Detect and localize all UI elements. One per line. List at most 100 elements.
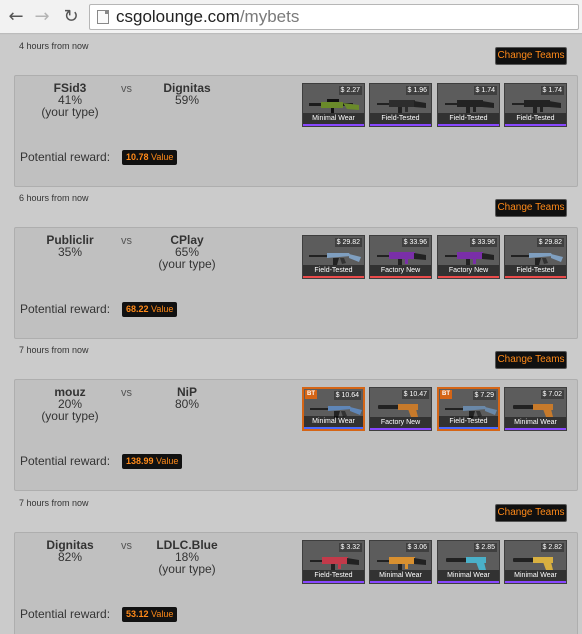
item-price: $ 33.96 — [469, 238, 497, 247]
rarity-bar — [303, 124, 364, 126]
rarity-bar — [439, 427, 498, 429]
smg-icon — [377, 100, 426, 113]
skin-item[interactable]: $ 1.74 Field-Tested — [437, 83, 500, 127]
rifle-icon — [511, 253, 563, 265]
item-price: $ 2.27 — [338, 86, 362, 95]
rarity-bar — [438, 276, 499, 278]
item-price: $ 3.32 — [338, 543, 362, 552]
team-note: (your type) — [158, 257, 216, 271]
rarity-bar — [505, 428, 566, 430]
reward-unit: Value — [151, 609, 174, 619]
reward-label: Potential reward: — [20, 607, 111, 621]
vs-label: vs — [121, 540, 132, 552]
item-wear: Minimal Wear — [370, 570, 431, 581]
item-price: $ 29.82 — [536, 238, 564, 247]
skin-item[interactable]: $ 7.29 BT Field-Tested — [437, 387, 500, 431]
vs-label: vs — [121, 387, 132, 399]
rarity-bar — [304, 427, 363, 429]
reward-label: Potential reward: — [20, 302, 111, 316]
rarity-bar — [505, 124, 566, 126]
vs-label: vs — [121, 235, 132, 247]
team-percent: 82% — [57, 550, 83, 564]
team-left[interactable]: Dignitas 82% — [15, 539, 125, 563]
rarity-bar — [370, 581, 431, 583]
rarity-bar — [370, 124, 431, 126]
item-wear: Field-Tested — [438, 113, 499, 124]
reward-label: Potential reward: — [20, 454, 111, 468]
skin-item[interactable]: $ 2.27 Minimal Wear — [302, 83, 365, 127]
item-wear: Field-Tested — [370, 113, 431, 124]
change-teams-button[interactable]: Change Teams — [495, 504, 567, 522]
smg-icon — [512, 100, 561, 113]
skin-item[interactable]: $ 29.82 Field-Tested — [302, 235, 365, 279]
reward-unit: Value — [151, 152, 174, 162]
rarity-bar — [438, 581, 499, 583]
pistol-icon — [378, 404, 418, 417]
rarity-bar — [505, 276, 566, 278]
bt-badge: BT — [305, 390, 317, 399]
reward-badge: 53.12 Value — [122, 607, 178, 622]
team-percent: 35% — [57, 245, 83, 259]
awp-rifle-icon — [309, 99, 359, 113]
item-wear: Field-Tested — [303, 570, 364, 581]
reward-badge: 10.78 Value — [122, 150, 178, 165]
reward-unit: Value — [151, 304, 174, 314]
team-note: (your type) — [41, 105, 99, 119]
item-price: $ 1.74 — [540, 86, 564, 95]
skin-item[interactable]: $ 2.82 Minimal Wear — [504, 540, 567, 584]
match-time: 7 hours from now — [19, 345, 89, 355]
item-price: $ 1.96 — [405, 86, 429, 95]
skin-item[interactable]: $ 29.82 Field-Tested — [504, 235, 567, 279]
skin-item[interactable]: $ 7.02 Minimal Wear — [504, 387, 567, 431]
team-left[interactable]: FSid3 41% (your type) — [15, 82, 125, 118]
skin-item[interactable]: $ 10.64 BT Minimal Wear — [302, 387, 365, 431]
skin-item[interactable]: $ 3.06 Minimal Wear — [369, 540, 432, 584]
skin-item[interactable]: $ 10.47 Factory New — [369, 387, 432, 431]
item-wear: Field-Tested — [303, 265, 364, 276]
address-bar[interactable]: csgolounge.com/mybets — [89, 4, 579, 30]
team-left[interactable]: mouz 20% (your type) — [15, 386, 125, 422]
reward-badge: 68.22 Value — [122, 302, 178, 317]
reward-value: 53.12 — [126, 609, 149, 619]
item-price: $ 7.02 — [540, 390, 564, 399]
team-percent: 59% — [174, 93, 200, 107]
item-wear: Factory New — [370, 417, 431, 428]
item-price: $ 33.96 — [401, 238, 429, 247]
item-wear: Minimal Wear — [303, 113, 364, 124]
reward-unit: Value — [156, 456, 179, 466]
url-domain: csgolounge.com — [116, 7, 240, 26]
change-teams-button[interactable]: Change Teams — [495, 351, 567, 369]
bt-badge: BT — [440, 390, 452, 399]
skin-item[interactable]: $ 1.96 Field-Tested — [369, 83, 432, 127]
team-right[interactable]: Dignitas 59% — [132, 82, 242, 106]
item-wear: Field-Tested — [439, 416, 498, 427]
item-wear: Factory New — [438, 265, 499, 276]
change-teams-button[interactable]: Change Teams — [495, 199, 567, 217]
rifle-icon — [309, 253, 361, 265]
forward-arrow-icon[interactable]: → — [32, 7, 52, 27]
item-wear: Factory New — [370, 265, 431, 276]
team-left[interactable]: Publiclir 35% — [15, 234, 125, 258]
item-wear: Minimal Wear — [505, 417, 566, 428]
rarity-bar — [370, 276, 431, 278]
vs-label: vs — [121, 83, 132, 95]
match-time: 7 hours from now — [19, 498, 89, 508]
back-arrow-icon[interactable]: ← — [6, 7, 26, 27]
team-right[interactable]: CPlay 65% (your type) — [132, 234, 242, 270]
team-right[interactable]: NiP 80% — [132, 386, 242, 410]
skin-item[interactable]: $ 33.96 Factory New — [437, 235, 500, 279]
item-price: $ 1.74 — [473, 86, 497, 95]
url-text[interactable]: csgolounge.com/mybets — [116, 7, 299, 27]
team-right[interactable]: LDLC.Blue 18% (your type) — [132, 539, 242, 575]
skin-item[interactable]: $ 2.85 Minimal Wear — [437, 540, 500, 584]
change-teams-button[interactable]: Change Teams — [495, 47, 567, 65]
skin-item[interactable]: $ 3.32 Field-Tested — [302, 540, 365, 584]
smg-icon — [310, 557, 359, 570]
skin-item[interactable]: $ 33.96 Factory New — [369, 235, 432, 279]
item-wear: Field-Tested — [505, 265, 566, 276]
reload-icon[interactable]: ↻ — [61, 7, 81, 27]
item-wear: Minimal Wear — [438, 570, 499, 581]
pistol-icon — [513, 404, 553, 417]
match-card: mouz 20% (your type) vs NiP 80% Potential rewa… — [14, 379, 578, 491]
skin-item[interactable]: $ 1.74 Field-Tested — [504, 83, 567, 127]
